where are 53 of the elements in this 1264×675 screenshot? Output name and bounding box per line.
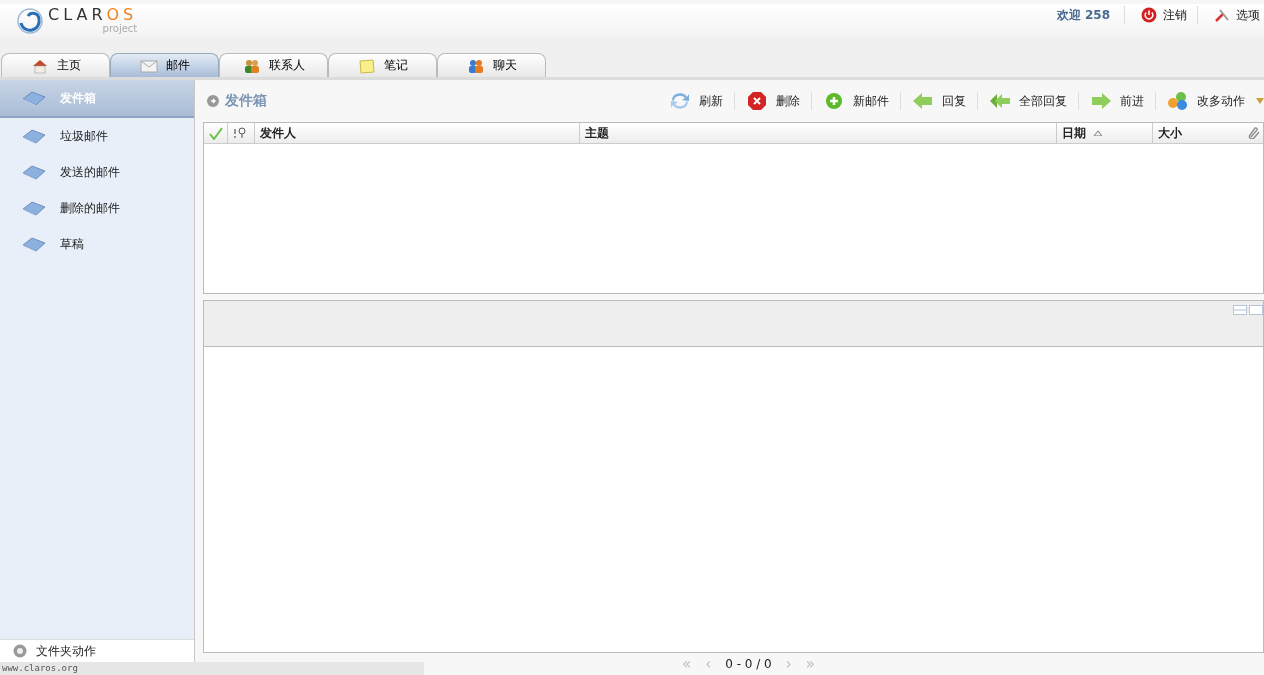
delete-icon xyxy=(746,91,768,111)
folder-icon xyxy=(22,235,46,253)
nav-tab[interactable]: 邮件 xyxy=(110,53,219,77)
more-button[interactable]: 改多动作 xyxy=(1162,91,1250,111)
folder-item[interactable]: 删除的邮件 xyxy=(0,190,194,226)
column-header[interactable]: 大小 xyxy=(1158,124,1182,142)
folder-icon xyxy=(22,127,46,145)
left-arrow-icon xyxy=(912,91,934,111)
logout-link[interactable]: 注销 xyxy=(1125,6,1198,24)
split-view-icon[interactable] xyxy=(1233,305,1263,315)
right-arrow-icon xyxy=(1090,91,1112,111)
folder-icon xyxy=(22,89,46,107)
logo-swirl-icon xyxy=(16,6,44,35)
page-count: 0 - 0 / 0 xyxy=(725,657,772,671)
nav-tab[interactable]: 主页 xyxy=(1,53,110,77)
new-button[interactable]: 新邮件 xyxy=(818,91,894,111)
column-header[interactable]: 主题 xyxy=(585,124,609,142)
plus-icon xyxy=(823,91,845,111)
logo-wordmark: CLAR OS xyxy=(48,7,138,23)
folder-item[interactable]: 垃圾邮件 xyxy=(0,118,194,154)
nav-tab[interactable]: 联系人 xyxy=(219,53,328,77)
folder-title: 发件箱 xyxy=(225,92,267,110)
refresh-icon xyxy=(669,91,691,111)
circles-icon xyxy=(1167,91,1189,111)
replyall-button[interactable]: 全部回复 xyxy=(984,91,1072,111)
forward-button[interactable]: 前进 xyxy=(1085,91,1149,111)
refresh-button[interactable]: 刷新 xyxy=(664,91,728,111)
status-bar: www.claros.org xyxy=(0,662,424,675)
arrow-circle-icon xyxy=(207,95,219,107)
priority-icon xyxy=(233,127,247,139)
power-icon xyxy=(1141,7,1157,23)
nav-tab[interactable]: 笔记 xyxy=(328,53,437,77)
caret-icon[interactable] xyxy=(1256,98,1264,104)
reply-button[interactable]: 回复 xyxy=(907,91,971,111)
envelope-icon xyxy=(139,57,158,74)
welcome-text: 欢迎 258 xyxy=(1042,6,1125,24)
folder-item[interactable]: 发送的邮件 xyxy=(0,154,194,190)
paperclip-icon xyxy=(1248,127,1260,139)
people-icon xyxy=(466,57,485,74)
column-header[interactable]: 日期 xyxy=(1062,124,1086,142)
folder-icon xyxy=(22,199,46,217)
column-header[interactable]: 发件人 xyxy=(260,124,296,142)
gear-icon xyxy=(12,643,28,659)
note-icon xyxy=(357,57,376,74)
folder-icon xyxy=(22,163,46,181)
tools-icon xyxy=(1214,7,1230,23)
folder-item[interactable]: 草稿 xyxy=(0,226,194,262)
delete-button[interactable]: 删除 xyxy=(741,91,805,111)
nav-tab[interactable]: 聊天 xyxy=(437,53,546,77)
options-link[interactable]: 选项 xyxy=(1198,6,1260,24)
logo-subtitle: project xyxy=(102,24,138,34)
people-icon xyxy=(242,57,261,74)
check-icon xyxy=(209,126,223,140)
